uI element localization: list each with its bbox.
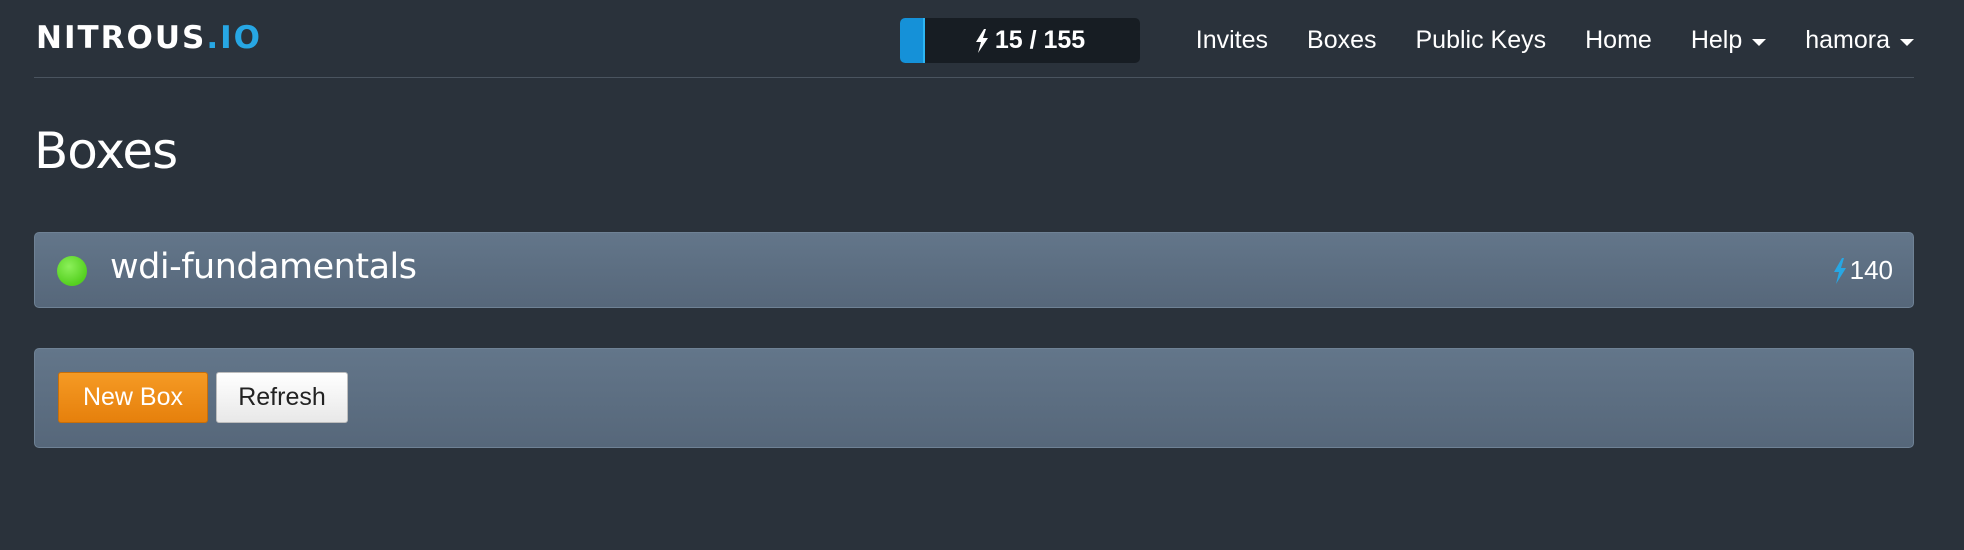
nav-user-label: hamora xyxy=(1805,26,1890,54)
refresh-button[interactable]: Refresh xyxy=(216,372,348,423)
page-title: Boxes xyxy=(34,122,178,180)
nitrous-logo[interactable]: NITROUS.IO xyxy=(36,20,262,56)
lightning-bolt-icon xyxy=(1833,257,1847,284)
nav-invites-link[interactable]: Invites xyxy=(1196,26,1268,55)
nav-links: Invites Boxes Public Keys Home Help hamo… xyxy=(1196,18,1914,63)
nav-home-link[interactable]: Home xyxy=(1585,26,1652,55)
nav-user-dropdown[interactable]: hamora xyxy=(1805,26,1914,55)
chevron-down-icon xyxy=(1752,38,1767,46)
nav-help-label: Help xyxy=(1690,26,1743,54)
chevron-down-icon xyxy=(1900,38,1914,46)
logo-main-text: NITROUS xyxy=(36,20,207,56)
nav-boxes-link[interactable]: Boxes xyxy=(1307,26,1376,55)
box-name: wdi-fundamentals xyxy=(110,247,417,287)
nav-help-dropdown[interactable]: Help xyxy=(1690,26,1767,55)
power-meter-value: 15 / 155 xyxy=(994,26,1086,54)
nav-invites-label: Invites xyxy=(1195,26,1269,54)
status-indicator-icon xyxy=(57,256,87,286)
new-box-button[interactable]: New Box xyxy=(58,372,208,423)
power-meter-label: 15 / 155 xyxy=(900,18,1140,63)
nitrous-power-meter[interactable]: 15 / 155 xyxy=(900,18,1140,63)
nav-boxes-label: Boxes xyxy=(1307,26,1377,54)
box-cost: 140 xyxy=(1833,255,1893,286)
logo-suffix-text: .IO xyxy=(206,20,263,56)
top-navbar: NITROUS.IO 15 / 155 Invites Boxes Public… xyxy=(34,0,1914,78)
nav-public-keys-label: Public Keys xyxy=(1415,26,1547,54)
nav-home-label: Home xyxy=(1585,26,1652,54)
lightning-bolt-icon xyxy=(975,28,989,53)
actions-panel: New Box Refresh xyxy=(34,348,1914,448)
nav-public-keys-link[interactable]: Public Keys xyxy=(1416,26,1547,55)
box-row[interactable]: wdi-fundamentals 140 xyxy=(34,232,1914,308)
box-cost-value: 140 xyxy=(1849,255,1893,285)
